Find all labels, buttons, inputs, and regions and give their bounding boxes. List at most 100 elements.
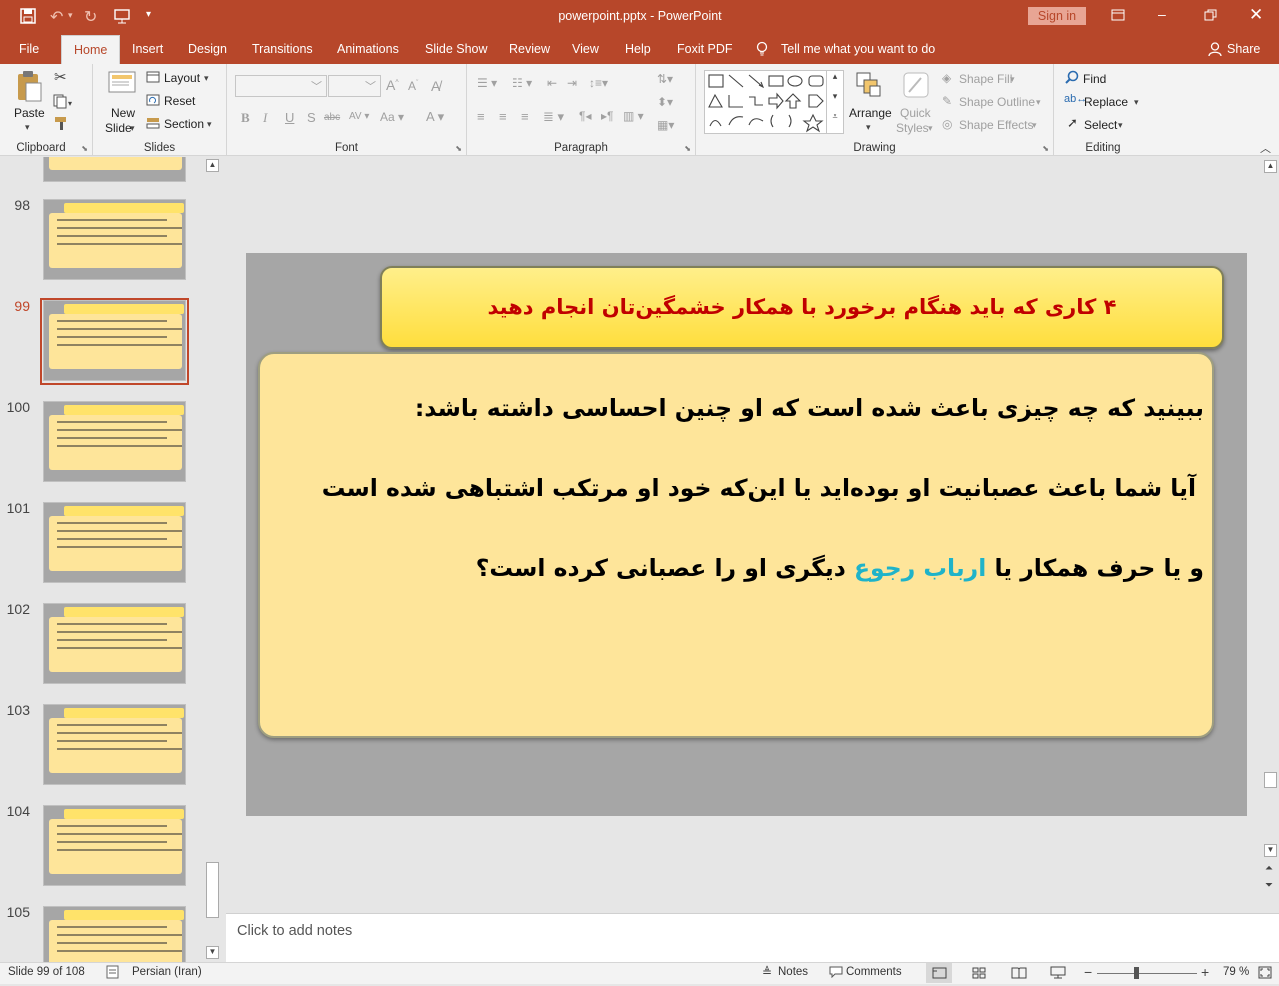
arrange-button[interactable]: Arrange [849, 106, 892, 120]
section-button[interactable]: Section [164, 117, 204, 131]
slide-title-box[interactable]: ۴ کاری که باید هنگام برخورد با همکار خشم… [380, 266, 1224, 349]
shape-fill-icon[interactable]: ◈ [942, 71, 951, 85]
new-slide-icon[interactable] [107, 70, 137, 100]
align-left-icon[interactable]: ≡ [477, 109, 485, 124]
new-slide-dropdown-icon[interactable]: ▾ [130, 123, 135, 134]
copy-icon[interactable]: ▾ [53, 94, 72, 109]
paste-button[interactable]: Paste [14, 106, 45, 120]
tab-review[interactable]: Review [509, 34, 550, 64]
shape-effects-icon[interactable]: ◎ [942, 117, 952, 131]
zoom-in-icon[interactable]: + [1201, 964, 1209, 980]
shape-effects-dropdown-icon[interactable]: ▾ [1032, 120, 1037, 131]
slide-thumbnail[interactable] [43, 906, 186, 962]
columns-icon[interactable]: ▥ ▾ [623, 109, 644, 123]
quick-styles-icon[interactable] [901, 70, 931, 100]
underline-icon[interactable]: U [285, 110, 294, 125]
ribbon-display-options-icon[interactable] [1111, 9, 1125, 21]
tab-slide-show[interactable]: Slide Show [425, 34, 488, 64]
rtl-icon[interactable]: ¶◂ [579, 109, 591, 123]
customize-toolbar-icon[interactable]: ▾ [146, 9, 151, 20]
shape-fill-dropdown-icon[interactable]: ▾ [1010, 74, 1015, 85]
line-spacing-icon[interactable]: ↕≡▾ [589, 76, 608, 90]
shapes-gallery[interactable] [704, 70, 844, 134]
comments-toggle-button[interactable]: Comments [846, 966, 902, 978]
new-slide-label-2[interactable]: Slide [105, 121, 132, 135]
shape-outline-dropdown-icon[interactable]: ▾ [1036, 97, 1041, 108]
font-size-dropdown-icon[interactable]: ﹀ [365, 78, 376, 94]
thumb-scroll-down-icon[interactable]: ▼ [206, 946, 219, 959]
minimize-icon[interactable]: – [1158, 6, 1166, 22]
shapes-more-icon[interactable]: ⩡ [826, 111, 843, 133]
justify-icon[interactable]: ≣ ▾ [543, 109, 564, 125]
sign-in-button[interactable]: Sign in [1028, 7, 1086, 25]
layout-button[interactable]: Layout [164, 71, 200, 85]
language-indicator[interactable]: Persian (Iran) [132, 966, 202, 978]
slide-thumbnail[interactable] [43, 704, 186, 785]
replace-dropdown-icon[interactable]: ▾ [1134, 97, 1139, 108]
previous-slide-icon[interactable]: ⏶ [1265, 863, 1273, 874]
tab-foxit-pdf[interactable]: Foxit PDF [677, 34, 733, 64]
tab-help[interactable]: Help [625, 34, 651, 64]
paragraph-launcher-icon[interactable]: ⬊ [684, 144, 691, 153]
clipboard-launcher-icon[interactable]: ⬊ [81, 144, 88, 153]
thumb-scroll-up-icon[interactable]: ▲ [206, 159, 219, 172]
section-dropdown-icon[interactable]: ▾ [207, 119, 212, 130]
paste-dropdown-icon[interactable]: ▾ [25, 122, 30, 133]
slide-scrollbar[interactable]: ▲ ▼ ⏶ ⏷ [1263, 157, 1279, 909]
section-icon[interactable] [146, 117, 160, 129]
increase-font-icon[interactable]: A^ [386, 77, 399, 93]
font-color-icon[interactable]: A ▾ [426, 109, 444, 125]
slide-thumbnail[interactable] [43, 199, 186, 280]
undo-dropdown-icon[interactable]: ▾ [68, 10, 73, 21]
find-button[interactable]: Find [1083, 72, 1106, 86]
align-text-icon[interactable]: ⬍▾ [657, 95, 673, 109]
thumbnail-scrollbar[interactable]: ▲ ▼ [205, 157, 221, 962]
save-icon[interactable] [20, 8, 36, 24]
tab-insert[interactable]: Insert [132, 34, 163, 64]
slide-sorter-icon[interactable] [972, 967, 986, 979]
character-spacing-icon[interactable]: AV ▾ [349, 111, 369, 122]
slide-thumbnail[interactable] [43, 502, 186, 583]
notes-pane[interactable]: Click to add notes [226, 913, 1279, 962]
align-center-icon[interactable]: ≡ [499, 109, 507, 124]
zoom-out-icon[interactable]: − [1084, 964, 1092, 980]
change-case-icon[interactable]: Aa ▾ [380, 110, 404, 124]
slide-thumbnail[interactable] [43, 300, 186, 381]
shapes-scroll-down-icon[interactable]: ▾ [826, 91, 843, 111]
shape-effects-button[interactable]: Shape Effects [959, 118, 1034, 132]
shape-outline-button[interactable]: Shape Outline [959, 95, 1035, 109]
slide-thumbnail[interactable] [43, 401, 186, 482]
shadow-icon[interactable]: S [307, 110, 316, 125]
slide-scroll-down-icon[interactable]: ▼ [1264, 844, 1277, 857]
collapse-ribbon-icon[interactable]: ︿ [1260, 140, 1271, 156]
bullets-icon[interactable]: ☰ ▾ [477, 76, 497, 90]
notes-icon[interactable]: ≜ [762, 965, 772, 979]
slide-thumbnail-partial[interactable] [43, 157, 186, 182]
reset-button[interactable]: Reset [164, 94, 195, 108]
fit-to-window-icon[interactable] [1258, 966, 1272, 979]
shape-outline-icon[interactable]: ✎ [942, 94, 952, 108]
shape-fill-button[interactable]: Shape Fill [959, 72, 1012, 86]
text-direction-icon[interactable]: ⇅▾ [657, 72, 673, 86]
select-button[interactable]: Select [1084, 118, 1117, 132]
tab-transitions[interactable]: Transitions [252, 34, 313, 64]
strikethrough-icon[interactable]: abc [324, 112, 340, 123]
increase-indent-icon[interactable]: ⇥ [567, 76, 577, 90]
ltr-icon[interactable]: ▸¶ [601, 109, 613, 123]
normal-view-icon[interactable] [926, 963, 952, 983]
quick-styles-dropdown-icon[interactable]: ▾ [928, 123, 933, 134]
slide-thumbnail[interactable] [43, 603, 186, 684]
font-name-dropdown-icon[interactable]: ﹀ [311, 78, 322, 94]
tell-me-search[interactable]: Tell me what you want to do [781, 34, 935, 64]
reading-view-icon[interactable] [1011, 966, 1027, 979]
decrease-font-icon[interactable]: Aˇ [408, 79, 418, 93]
italic-icon[interactable]: I [263, 110, 267, 126]
layout-icon[interactable] [146, 71, 160, 83]
smartart-icon[interactable]: ▦▾ [657, 118, 674, 132]
quick-styles-label-2[interactable]: Styles [896, 121, 929, 135]
slide-scroll-handle[interactable] [1264, 772, 1277, 788]
tab-design[interactable]: Design [188, 34, 227, 64]
redo-icon[interactable]: ↻ [84, 7, 97, 27]
font-launcher-icon[interactable]: ⬊ [455, 144, 462, 153]
restore-icon[interactable] [1204, 9, 1217, 21]
